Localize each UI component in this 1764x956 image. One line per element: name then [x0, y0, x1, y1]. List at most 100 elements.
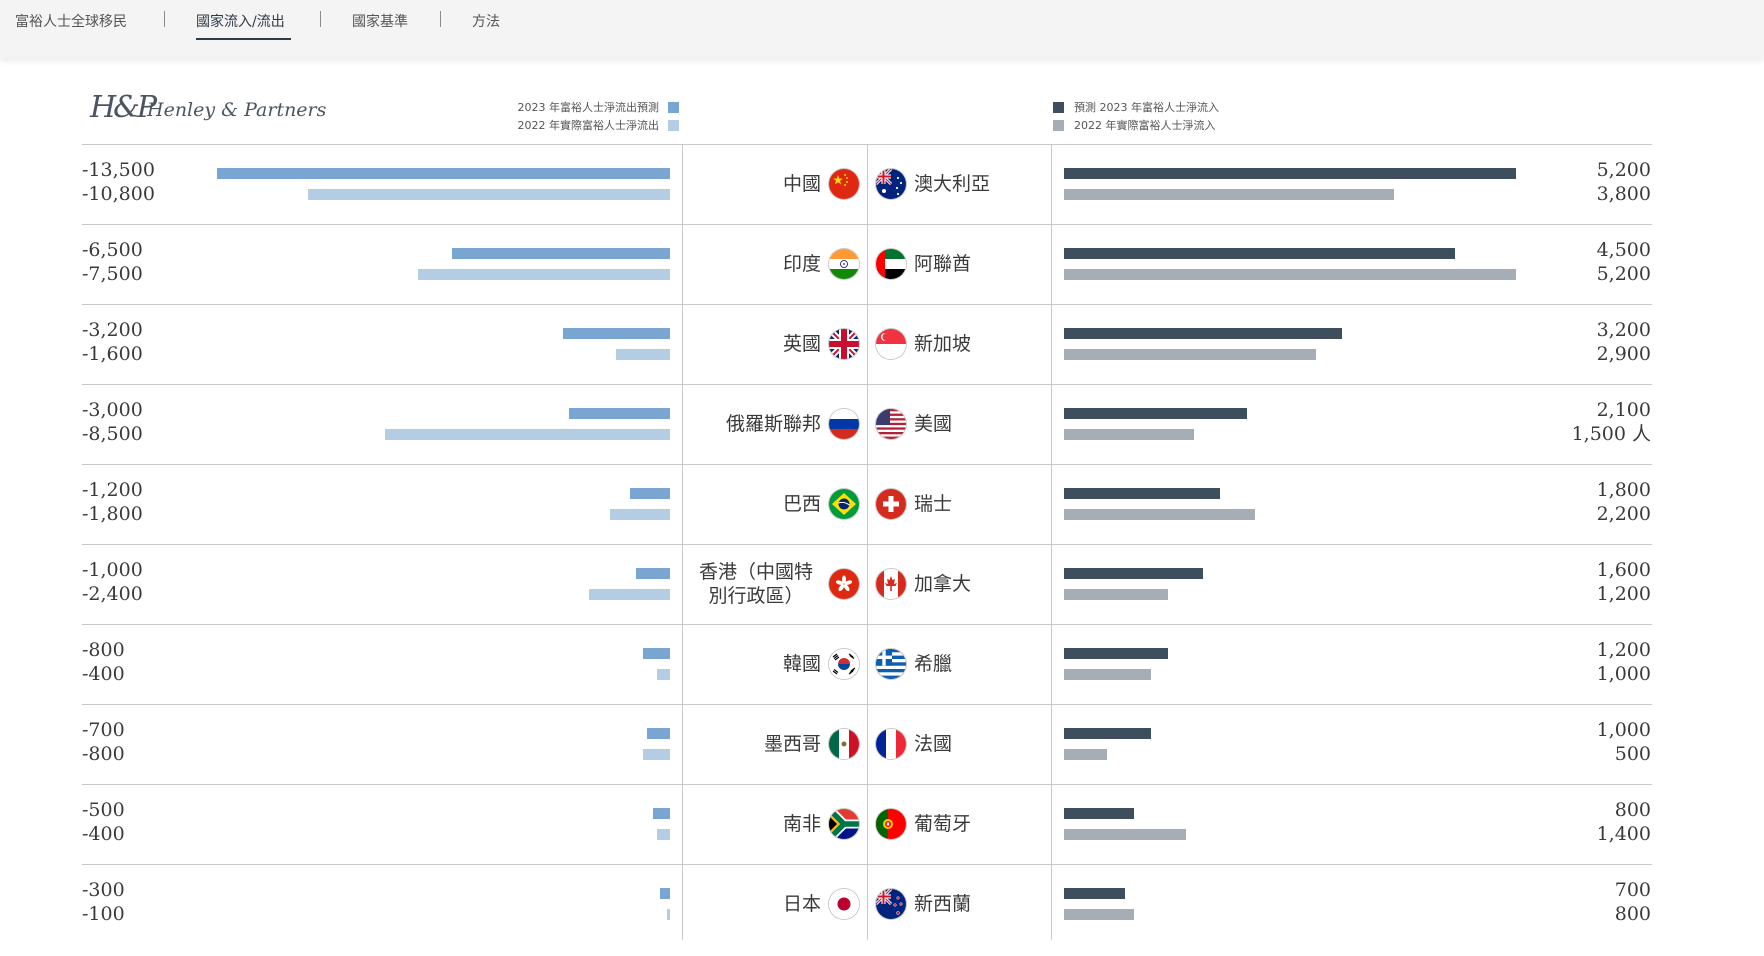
logo-mark: H&P	[90, 90, 157, 125]
inflow-country-name: 新西蘭	[914, 893, 972, 915]
outflow-2022-bar	[418, 269, 670, 280]
outflow-2023-bar	[646, 728, 670, 739]
row-divider	[82, 224, 1652, 225]
inflow-2023-bar	[1064, 488, 1221, 499]
logo-name: Henley & Partners	[147, 99, 327, 121]
inflow-2022-value-label: 2,200	[1596, 503, 1651, 525]
outflow-2023-bar	[217, 168, 670, 179]
outflow-2022-value-label: -400	[82, 663, 125, 685]
outflow-2023-bar	[569, 408, 670, 419]
outflow-2022-value-label: -800	[82, 743, 125, 765]
inflow-2023-bar	[1064, 168, 1516, 179]
inflow-2022-value-label: 1,500 人	[1571, 423, 1651, 445]
inflow-2022-bar	[1064, 269, 1516, 280]
inflow-2023-bar	[1064, 888, 1125, 899]
outflow-2022-bar	[656, 829, 670, 840]
legend-inflow-2023: 預測 2023 年富裕人士淨流入	[1074, 101, 1219, 114]
outflow-2022-bar	[616, 349, 670, 360]
inflow-2022-bar	[1064, 829, 1186, 840]
outflow-2023-bar	[451, 248, 670, 259]
outflow-2022-bar	[609, 509, 670, 520]
inflow-2022-bar	[1064, 589, 1169, 600]
flag-australia-icon	[876, 169, 906, 199]
outflow-2022-bar	[589, 589, 670, 600]
inflow-country-name: 瑞士	[914, 493, 953, 515]
legend-swatch-outflow-2023	[668, 102, 679, 113]
inflow-2022-bar	[1064, 749, 1108, 760]
inflow-country-name: 新加坡	[914, 333, 972, 355]
legend-inflow-2022: 2022 年實際富裕人士淨流入	[1074, 119, 1216, 132]
inflow-2023-value-label: 1,200	[1596, 639, 1651, 661]
outflow-2022-bar	[307, 189, 670, 200]
tab-country-flows[interactable]: 國家流入/流出	[196, 11, 285, 31]
flag-new-zealand-icon	[876, 889, 906, 919]
outflow-2023-value-label: -500	[82, 799, 125, 821]
outflow-country-name: 印度	[782, 253, 821, 275]
outflow-country-name: 巴西	[782, 493, 821, 515]
outflow-2023-bar	[562, 328, 670, 339]
flag-hong-kong-icon	[829, 569, 859, 599]
flag-russia-icon	[829, 409, 859, 439]
flag-india-icon	[829, 249, 859, 279]
outflow-2023-value-label: -13,500	[82, 159, 155, 181]
inflow-country-name: 阿聯酋	[914, 253, 972, 275]
inflow-2023-value-label: 1,600	[1596, 559, 1651, 581]
inflow-2023-bar	[1064, 328, 1343, 339]
inflow-2023-value-label: 700	[1614, 879, 1651, 901]
outflow-2023-bar	[629, 488, 670, 499]
flag-south-africa-icon	[829, 809, 859, 839]
inflow-country-name: 加拿大	[914, 573, 972, 595]
inflow-2023-value-label: 4,500	[1596, 239, 1651, 261]
flag-china-icon	[829, 169, 859, 199]
inflow-2023-value-label: 5,200	[1596, 159, 1651, 181]
inflow-2023-bar	[1064, 248, 1456, 259]
outflow-2023-bar	[643, 648, 670, 659]
inflow-2022-bar	[1064, 349, 1317, 360]
outflow-2023-value-label: -1,000	[82, 559, 143, 581]
legend-swatch-inflow-2023	[1053, 102, 1064, 113]
inflow-2023-bar	[1064, 728, 1151, 739]
inflow-2022-value-label: 1,000	[1596, 663, 1651, 685]
row-divider	[82, 304, 1652, 305]
row-divider	[82, 784, 1652, 785]
inflow-2023-value-label: 2,100	[1596, 399, 1651, 421]
inflow-2023-bar	[1064, 568, 1204, 579]
inflow-2022-value-label: 3,800	[1596, 183, 1651, 205]
tab-global-migration[interactable]: 富裕人士全球移民	[15, 11, 127, 31]
divider-center	[867, 144, 868, 940]
inflow-2022-value-label: 800	[1614, 903, 1651, 925]
flag-canada-icon	[876, 569, 906, 599]
divider-inflow	[1051, 144, 1052, 940]
inflow-2022-bar	[1064, 429, 1195, 440]
inflow-country-name: 美國	[914, 413, 953, 435]
tab-country-benchmarks[interactable]: 國家基準	[352, 11, 408, 31]
outflow-2022-value-label: -1,600	[82, 343, 143, 365]
outflow-2022-bar	[643, 749, 670, 760]
tab-methodology[interactable]: 方法	[472, 11, 500, 31]
inflow-2022-value-label: 2,900	[1596, 343, 1651, 365]
outflow-country-name: 墨西哥	[763, 733, 821, 755]
outflow-2023-value-label: -3,200	[82, 319, 143, 341]
outflow-2022-value-label: -100	[82, 903, 125, 925]
flag-singapore-icon	[876, 329, 906, 359]
inflow-2022-bar	[1064, 909, 1134, 920]
flag-mexico-icon	[829, 729, 859, 759]
inflow-2023-value-label: 3,200	[1596, 319, 1651, 341]
flag-uk-icon	[829, 329, 859, 359]
tab-separator	[440, 11, 441, 27]
divider-outflow	[682, 144, 683, 940]
outflow-2022-value-label: -2,400	[82, 583, 143, 605]
inflow-2023-value-label: 1,800	[1596, 479, 1651, 501]
outflow-2022-value-label: -400	[82, 823, 125, 845]
outflow-country-name: 英國	[782, 333, 821, 355]
inflow-2023-bar	[1064, 648, 1169, 659]
inflow-country-name: 葡萄牙	[914, 813, 972, 835]
outflow-country-name: 俄羅斯聯邦	[725, 413, 821, 435]
outflow-2022-value-label: -1,800	[82, 503, 143, 525]
row-divider	[82, 384, 1652, 385]
outflow-2023-bar	[636, 568, 670, 579]
flag-portugal-icon	[876, 809, 906, 839]
inflow-2023-value-label: 800	[1614, 799, 1651, 821]
row-divider	[82, 624, 1652, 625]
flag-switzerland-icon	[876, 489, 906, 519]
